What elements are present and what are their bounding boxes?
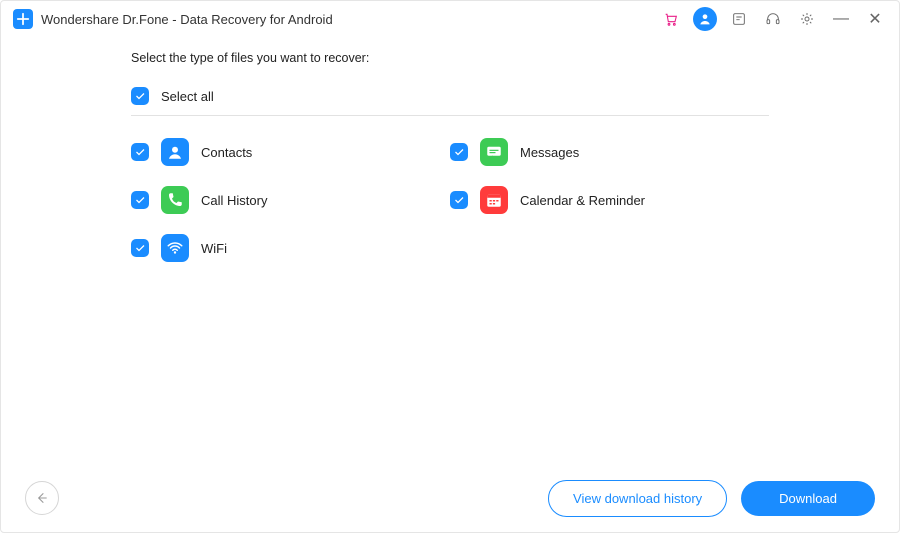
checkbox-contacts[interactable] (131, 143, 149, 161)
footer: View download history Download (1, 464, 899, 532)
select-all-row[interactable]: Select all (131, 87, 769, 116)
call-history-icon (161, 186, 189, 214)
window-title: Wondershare Dr.Fone - Data Recovery for … (41, 12, 333, 27)
filetype-label: Messages (520, 145, 579, 160)
minimize-button[interactable]: — (829, 7, 853, 31)
settings-gear-icon[interactable] (795, 7, 819, 31)
download-button[interactable]: Download (741, 481, 875, 516)
app-logo-icon (13, 9, 33, 29)
checkbox-call-history[interactable] (131, 191, 149, 209)
instruction-text: Select the type of files you want to rec… (131, 51, 769, 65)
select-all-label: Select all (161, 89, 214, 104)
wifi-icon (161, 234, 189, 262)
messages-icon (480, 138, 508, 166)
filetype-item-calendar[interactable]: Calendar & Reminder (450, 186, 769, 214)
main-content: Select the type of files you want to rec… (1, 37, 899, 282)
cart-icon[interactable] (659, 7, 683, 31)
filetype-label: Calendar & Reminder (520, 193, 645, 208)
checkbox-messages[interactable] (450, 143, 468, 161)
filetype-label: Contacts (201, 145, 252, 160)
close-button[interactable]: ✕ (863, 7, 887, 31)
back-button[interactable] (25, 481, 59, 515)
support-headset-icon[interactable] (761, 7, 785, 31)
user-avatar-icon[interactable] (693, 7, 717, 31)
titlebar: Wondershare Dr.Fone - Data Recovery for … (1, 1, 899, 37)
filetype-label: Call History (201, 193, 267, 208)
filetype-item-messages[interactable]: Messages (450, 138, 769, 166)
checkbox-wifi[interactable] (131, 239, 149, 257)
filetype-item-wifi[interactable]: WiFi (131, 234, 450, 262)
filetype-item-contacts[interactable]: Contacts (131, 138, 450, 166)
filetype-label: WiFi (201, 241, 227, 256)
filetype-item-call-history[interactable]: Call History (131, 186, 450, 214)
feedback-icon[interactable] (727, 7, 751, 31)
contacts-icon (161, 138, 189, 166)
view-download-history-button[interactable]: View download history (548, 480, 727, 517)
calendar-icon (480, 186, 508, 214)
checkbox-calendar[interactable] (450, 191, 468, 209)
select-all-checkbox[interactable] (131, 87, 149, 105)
